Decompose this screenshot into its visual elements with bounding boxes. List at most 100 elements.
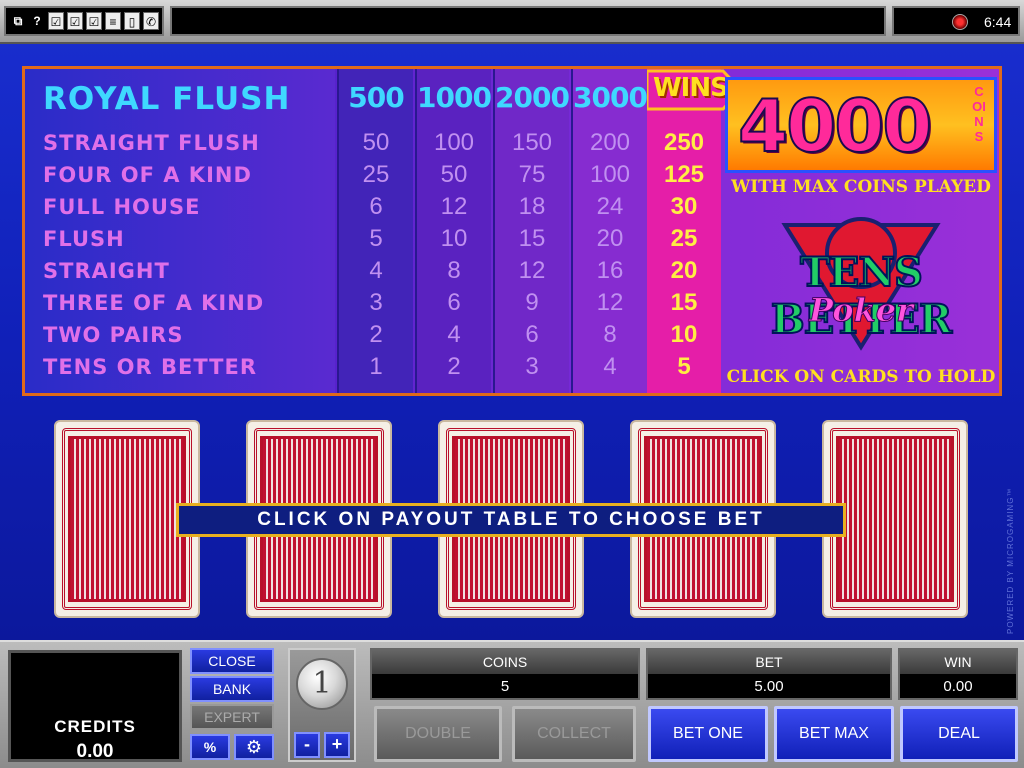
hand-tens-or-better: TENS OR BETTER <box>43 355 258 379</box>
hand-flush: FLUSH <box>43 227 125 251</box>
hand-names-column: ROYAL FLUSH STRAIGHT FLUSH FOUR OF A KIN… <box>25 69 335 393</box>
credits-display: CREDITS 0.00 <box>8 650 182 762</box>
checkbox-icon[interactable]: ☑ <box>67 12 83 30</box>
column-header: 2000 <box>495 81 570 114</box>
logo-subtitle: Poker <box>809 291 914 330</box>
bet-column-4[interactable]: 3000 200 100 24 20 16 12 8 4 <box>571 69 648 393</box>
video-poker-window: ⧉ ? ☑ ☑ ☑ ≡ ▯ ✆ 6:44 ROYAL FLUSH STRAIGH… <box>0 0 1024 768</box>
wins-cell: 30 <box>670 193 698 220</box>
bet-column-3[interactable]: 2000 150 75 18 15 12 9 6 3 <box>493 69 570 393</box>
jackpot-unit: COINS <box>972 84 986 144</box>
bet-one-button[interactable]: BET ONE <box>648 706 768 762</box>
payout-cell: 6 <box>525 321 539 348</box>
percent-button[interactable]: % <box>190 734 230 760</box>
bet-max-button[interactable]: BET MAX <box>774 706 894 762</box>
checkbox-icon[interactable]: ☑ <box>86 12 102 30</box>
jackpot-value: 4000 <box>737 83 933 169</box>
payout-cell: 12 <box>518 257 546 284</box>
card-icon[interactable]: ▯ <box>124 12 140 30</box>
coin-value[interactable]: 1 <box>296 658 348 710</box>
list-icon[interactable]: ≡ <box>105 12 121 30</box>
close-button[interactable]: CLOSE <box>190 648 274 674</box>
bank-button[interactable]: BANK <box>190 676 274 702</box>
payout-cell: 12 <box>440 193 468 220</box>
payout-cell: 4 <box>603 353 617 380</box>
payout-cell: 150 <box>511 129 553 156</box>
double-button[interactable]: DOUBLE <box>374 706 502 762</box>
payout-cell: 50 <box>440 161 468 188</box>
bet-column-1[interactable]: 500 50 25 6 5 4 3 2 1 <box>337 69 413 393</box>
payout-cell: 8 <box>603 321 617 348</box>
gear-icon: ⚙ <box>245 737 263 757</box>
phone-icon[interactable]: ✆ <box>143 12 159 30</box>
card-back-pattern <box>836 436 954 602</box>
payout-cell: 4 <box>447 321 461 348</box>
wins-cell: 125 <box>663 161 705 188</box>
payout-cell: 200 <box>589 129 631 156</box>
column-header: 3000 <box>573 81 648 114</box>
hand-straight-flush: STRAIGHT FLUSH <box>43 131 260 155</box>
payout-cell: 2 <box>447 353 461 380</box>
card-back-pattern <box>68 436 186 602</box>
column-header: 500 <box>348 81 404 114</box>
hold-instruction: CLICK ON CARDS TO HOLD <box>726 367 996 387</box>
control-panel: CREDITS 0.00 CLOSE BANK EXPERT % ⚙ 1 - +… <box>0 640 1024 768</box>
deal-button[interactable]: DEAL <box>900 706 1018 762</box>
payout-cell: 100 <box>589 161 631 188</box>
bet-value: 5.00 <box>754 678 784 695</box>
settings-button[interactable]: ⚙ <box>234 734 274 760</box>
coins-value: 5 <box>500 678 510 695</box>
message-bar <box>170 6 886 36</box>
win-label: WIN <box>900 650 1016 674</box>
expert-button[interactable]: EXPERT <box>190 704 274 730</box>
checkbox-icon[interactable]: ☑ <box>48 12 64 30</box>
payout-cell: 4 <box>369 257 383 284</box>
wins-header: WINS <box>653 73 729 103</box>
clock-panel: 6:44 <box>892 6 1020 36</box>
wins-cell: 5 <box>677 353 691 380</box>
jackpot-panel: 4000 COINS <box>725 77 997 173</box>
payout-cell: 100 <box>433 129 475 156</box>
payout-cell: 3 <box>369 289 383 316</box>
credits-value: 0.00 <box>76 741 114 762</box>
wins-cell: 25 <box>670 225 698 252</box>
bet-meter: BET 5.00 <box>646 648 892 700</box>
top-toolbar: ⧉ ? ☑ ☑ ☑ ≡ ▯ ✆ 6:44 <box>0 0 1024 44</box>
hand-two-pairs: TWO PAIRS <box>43 323 184 347</box>
payout-cell: 50 <box>362 129 390 156</box>
hand-royal-flush: ROYAL FLUSH <box>43 81 291 117</box>
hand-straight: STRAIGHT <box>43 259 170 283</box>
window-icon[interactable]: ⧉ <box>10 12 26 30</box>
status-icon <box>952 14 968 30</box>
payout-cell: 24 <box>596 193 624 220</box>
coin-selector: 1 - + <box>288 648 356 762</box>
win-value: 0.00 <box>943 678 973 695</box>
bet-column-2[interactable]: 1000 100 50 12 10 8 6 4 2 <box>415 69 492 393</box>
wins-column[interactable]: 250 125 30 25 20 15 10 5 <box>647 69 721 393</box>
wins-cell: 250 <box>663 129 705 156</box>
column-header: 1000 <box>417 81 492 114</box>
wins-cell: 20 <box>670 257 698 284</box>
payout-cell: 12 <box>596 289 624 316</box>
payout-cell: 5 <box>369 225 383 252</box>
coin-minus-button[interactable]: - <box>294 732 320 758</box>
powered-by-label: POWERED BY MICROGAMING™ <box>1006 487 1015 634</box>
payout-cell: 75 <box>518 161 546 188</box>
coins-meter: COINS 5 <box>370 648 640 700</box>
max-coins-text: WITH MAX COINS PLAYED <box>731 177 991 197</box>
wins-cell: 15 <box>670 289 698 316</box>
payout-cell: 25 <box>362 161 390 188</box>
payout-cell: 15 <box>518 225 546 252</box>
payout-cell: 1 <box>369 353 383 380</box>
win-meter: WIN 0.00 <box>898 648 1018 700</box>
collect-button[interactable]: COLLECT <box>512 706 636 762</box>
hand-full-house: FULL HOUSE <box>43 195 201 219</box>
payout-table[interactable]: ROYAL FLUSH STRAIGHT FLUSH FOUR OF A KIN… <box>22 66 1002 396</box>
payout-cell: 6 <box>447 289 461 316</box>
coin-plus-button[interactable]: + <box>324 732 350 758</box>
hand-three-of-a-kind: THREE OF A KIND <box>43 291 265 315</box>
payout-cell: 8 <box>447 257 461 284</box>
help-icon[interactable]: ? <box>29 12 45 30</box>
payout-cell: 2 <box>369 321 383 348</box>
bet-label: BET <box>648 650 890 674</box>
